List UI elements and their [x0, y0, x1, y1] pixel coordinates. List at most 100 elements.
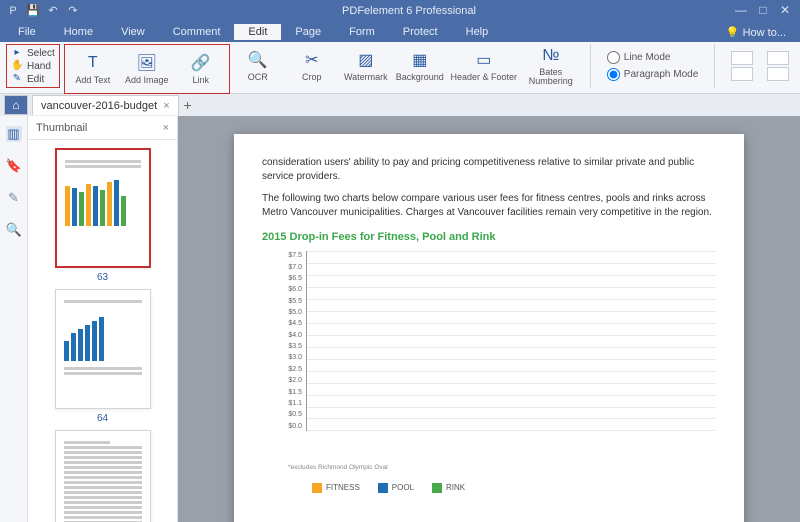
bookmarks-icon[interactable]: 🔖: [6, 158, 22, 174]
align-option-1[interactable]: [731, 51, 753, 65]
menu-page[interactable]: Page: [281, 24, 335, 40]
legend-label: POOL: [392, 482, 414, 493]
close-button[interactable]: ✕: [776, 4, 794, 18]
bar-chart: $7.5$7.0$6.5$6.0$5.5$5.0$4.5$4.0$3.5$3.0…: [282, 251, 716, 461]
tab-close-icon[interactable]: ×: [163, 100, 169, 112]
document-tabs: ⌂ vancouver-2016-budget × +: [0, 94, 800, 116]
category-label: BURNABY: [315, 405, 324, 440]
chart-title: 2015 Drop-in Fees for Fitness, Pool and …: [262, 230, 716, 245]
chart-plot-area: BURNABYNORTH VANCOUVERSURREYSURREY LEISU…: [306, 251, 716, 431]
redo-icon[interactable]: ↷: [66, 4, 80, 18]
watermark-button[interactable]: ▨Watermark: [342, 44, 390, 88]
menu-home[interactable]: Home: [50, 24, 107, 40]
panel-close-icon[interactable]: ×: [163, 122, 169, 134]
page-number: 63: [55, 272, 151, 283]
thumbnail-header: Thumbnail ×: [28, 116, 177, 140]
edit-icon: ✎: [11, 73, 23, 85]
header-footer-button[interactable]: ▭Header & Footer: [450, 44, 518, 88]
menu-view[interactable]: View: [107, 24, 159, 40]
document-tab[interactable]: vancouver-2016-budget ×: [32, 95, 179, 115]
swatch-rink: [432, 483, 442, 493]
swatch-pool: [378, 483, 388, 493]
link-button[interactable]: 🔗Link: [177, 47, 225, 91]
pdf-page: consideration users' ability to pay and …: [234, 134, 744, 522]
category-label: NORTH VANCOUVER: [367, 387, 376, 457]
ocr-icon: 🔍: [248, 50, 268, 70]
chart-legend: FITNESS POOL RINK: [312, 482, 716, 493]
thumbnail-list: 63 64 65: [28, 140, 177, 522]
thumbnail-panel: Thumbnail × 63 64: [28, 116, 178, 522]
app-title: PDFelement 6 Professional: [86, 5, 732, 17]
edit-mode-radios: Line Mode Paragraph Mode: [603, 44, 703, 88]
add-image-button[interactable]: 🖼Add Image: [123, 47, 171, 91]
category-label: SURREY: [430, 407, 439, 436]
crop-button[interactable]: ✂Crop: [288, 44, 336, 88]
annotations-icon[interactable]: ✎: [6, 190, 22, 206]
chart-footnote: *excludes Richmond Olympic Oval: [288, 463, 716, 472]
thumbnail-page[interactable]: 65: [55, 430, 151, 522]
image-icon: 🖼: [137, 53, 157, 73]
menu-file[interactable]: File: [4, 24, 50, 40]
swatch-fitness: [312, 483, 322, 493]
hand-mode[interactable]: ✋Hand: [11, 60, 55, 72]
legend-label: RINK: [446, 482, 465, 493]
align-option-2[interactable]: [731, 67, 753, 81]
hand-icon: ✋: [11, 60, 23, 72]
edit-tools-group: TAdd Text 🖼Add Image 🔗Link: [64, 44, 230, 94]
ocr-button[interactable]: 🔍OCR: [234, 44, 282, 88]
menu-form[interactable]: Form: [335, 24, 389, 40]
search-icon[interactable]: 🔍: [6, 222, 22, 238]
page-number: 64: [55, 413, 151, 424]
align-group-2: [763, 44, 793, 88]
align-group: [727, 44, 757, 88]
paragraph-mode-radio[interactable]: Paragraph Mode: [607, 68, 699, 81]
line-mode-radio[interactable]: Line Mode: [607, 51, 699, 64]
cursor-icon: ▸: [11, 47, 23, 59]
title-bar: P 💾 ↶ ↷ PDFelement 6 Professional — □ ✕: [0, 0, 800, 22]
menu-protect[interactable]: Protect: [389, 24, 452, 40]
menu-help[interactable]: Help: [452, 24, 503, 40]
selection-mode-group: ▸Select ✋Hand ✎Edit: [6, 44, 60, 88]
thumbnail-page[interactable]: 63: [55, 148, 151, 283]
quick-access-toolbar: P 💾 ↶ ↷: [0, 4, 86, 18]
minimize-button[interactable]: —: [732, 4, 750, 18]
align-option-3[interactable]: [767, 51, 789, 65]
menu-bar: File Home View Comment Edit Page Form Pr…: [0, 22, 800, 42]
maximize-button[interactable]: □: [754, 4, 772, 18]
thumbnail-page[interactable]: 64: [55, 289, 151, 424]
category-label: WEST VANCOUVER: [687, 389, 696, 455]
save-icon[interactable]: 💾: [26, 4, 40, 18]
document-viewport[interactable]: consideration users' ability to pay and …: [178, 116, 800, 522]
text-icon: T: [83, 53, 103, 73]
ribbon-toolbar: ▸Select ✋Hand ✎Edit TAdd Text 🖼Add Image…: [0, 42, 800, 94]
new-tab-button[interactable]: +: [179, 97, 197, 113]
link-icon: 🔗: [191, 53, 211, 73]
bates-button[interactable]: №Bates Numbering: [524, 44, 578, 88]
thumbnails-icon[interactable]: ▥: [6, 126, 22, 142]
header-footer-icon: ▭: [474, 50, 494, 70]
divider: [590, 44, 591, 88]
watermark-icon: ▨: [356, 50, 376, 70]
how-to-link[interactable]: 💡 How to...: [716, 24, 796, 41]
home-tab[interactable]: ⌂: [4, 95, 28, 115]
category-label: WATERMANIA (RICHMOND): [584, 376, 593, 468]
background-icon: ▦: [410, 50, 430, 70]
menu-edit[interactable]: Edit: [234, 24, 281, 40]
divider: [714, 44, 715, 88]
thumbnail-title: Thumbnail: [36, 122, 87, 134]
menu-comment[interactable]: Comment: [159, 24, 235, 40]
y-axis: $7.5$7.0$6.5$6.0$5.5$5.0$4.5$4.0$3.5$3.0…: [282, 251, 306, 431]
align-option-4[interactable]: [767, 67, 789, 81]
undo-icon[interactable]: ↶: [46, 4, 60, 18]
tab-label: vancouver-2016-budget: [41, 100, 157, 112]
category-label: SURREY LEISURE CENTRE AND GUILDFORD RECR…: [487, 307, 496, 522]
background-button[interactable]: ▦Background: [396, 44, 444, 88]
add-text-button[interactable]: TAdd Text: [69, 47, 117, 91]
app-logo-icon: P: [6, 4, 20, 18]
select-mode[interactable]: ▸Select: [11, 47, 55, 59]
body-text: The following two charts below compare v…: [262, 192, 716, 220]
legend-label: FITNESS: [326, 482, 360, 493]
crop-icon: ✂: [302, 50, 322, 70]
edit-mode[interactable]: ✎Edit: [11, 73, 55, 85]
sidebar-rail: ▥ 🔖 ✎ 🔍: [0, 116, 28, 522]
